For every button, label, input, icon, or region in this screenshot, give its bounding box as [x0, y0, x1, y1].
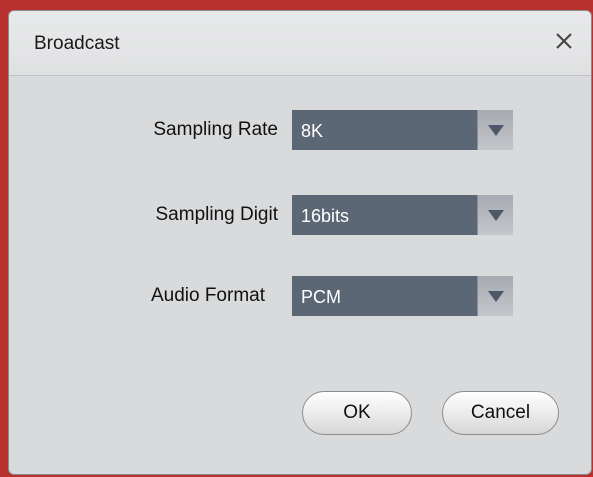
dropdown-button[interactable]	[477, 195, 513, 235]
dropdown-button[interactable]	[477, 276, 513, 316]
ok-button[interactable]: OK	[302, 391, 412, 435]
audio-format-row: Audio Format PCM	[9, 276, 591, 316]
sampling-rate-row: Sampling Rate 8K	[9, 110, 591, 150]
sampling-digit-select[interactable]: 16bits	[292, 195, 513, 235]
sampling-rate-select[interactable]: 8K	[292, 110, 513, 150]
audio-format-label: Audio Format	[150, 285, 265, 306]
close-icon[interactable]	[551, 28, 577, 54]
dialog-titlebar[interactable]: Broadcast	[9, 11, 591, 76]
broadcast-dialog: Broadcast Sampling Rate 8K Sampling Digi…	[8, 10, 592, 475]
sampling-rate-label: Sampling Rate	[153, 119, 278, 140]
sampling-digit-row: Sampling Digit 16bits	[9, 195, 591, 235]
sampling-rate-value: 8K	[301, 121, 324, 141]
dialog-title: Broadcast	[34, 33, 120, 54]
dropdown-button[interactable]	[477, 110, 513, 150]
sampling-digit-value: 16bits	[301, 206, 350, 226]
audio-format-value: PCM	[301, 287, 341, 307]
chevron-down-icon	[488, 125, 504, 136]
audio-format-select[interactable]: PCM	[292, 276, 513, 316]
cancel-button[interactable]: Cancel	[442, 391, 559, 435]
chevron-down-icon	[488, 210, 504, 221]
chevron-down-icon	[488, 291, 504, 302]
sampling-digit-label: Sampling Digit	[155, 204, 279, 225]
